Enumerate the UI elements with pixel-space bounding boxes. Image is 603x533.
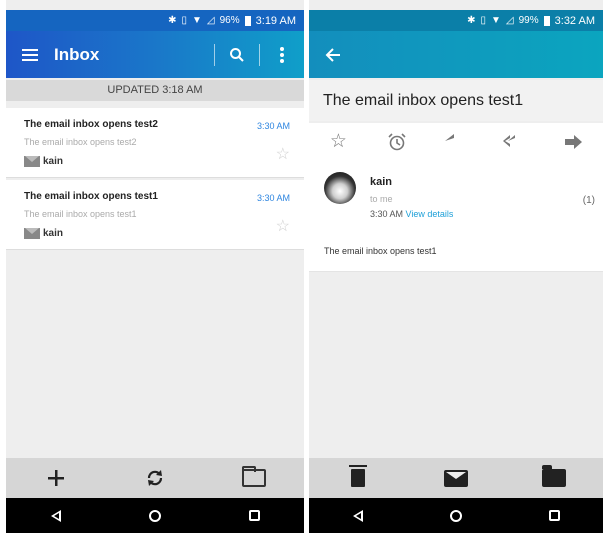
mail-icon [444, 469, 468, 487]
add-icon [47, 470, 64, 486]
email-row[interactable]: The email inbox opens test1 The email in… [6, 180, 304, 250]
label-text: kain [43, 228, 64, 239]
refresh-button[interactable] [135, 458, 175, 498]
folders-button[interactable] [234, 458, 274, 498]
sender-name: kain [370, 176, 393, 188]
system-nav-bar [6, 498, 304, 533]
system-nav-bar [309, 498, 603, 533]
label-text: kain [43, 156, 64, 167]
compose-button[interactable] [36, 458, 76, 498]
email-row[interactable]: The email inbox opens test2 The email in… [6, 108, 304, 178]
more-vert-icon [280, 46, 284, 63]
status-time: 3:32 AM [554, 14, 595, 27]
back-icon [50, 509, 61, 522]
delete-button[interactable] [338, 458, 378, 498]
message-time: 3:30 AM View details [370, 209, 453, 219]
folder-icon [542, 465, 566, 487]
battery-percent: 99% [518, 15, 539, 26]
reply-all-button[interactable] [497, 124, 533, 160]
arrow-back-icon [325, 47, 340, 62]
email-time: 3:30 AM [256, 193, 290, 203]
battery-icon [543, 15, 550, 26]
bottom-action-bar [6, 458, 304, 498]
wifi-icon: ▼ [192, 15, 202, 26]
back-icon [353, 509, 363, 522]
bluetooth-icon: ✱ [467, 15, 476, 26]
recipient-text: to me [370, 194, 393, 204]
back-button[interactable] [309, 31, 357, 78]
inbox-screen: ✱ ▯ ▼ ◿ 96% 3:19 AM Inbox UPDATED 3:18 A… [6, 0, 304, 533]
nav-recents-button[interactable] [534, 498, 574, 533]
vibrate-icon: ▯ [480, 15, 487, 26]
overflow-menu-button[interactable] [260, 31, 304, 78]
signal-icon: ◿ [206, 15, 215, 26]
time-text: 3:30 AM [370, 209, 404, 219]
reply-all-icon [502, 134, 515, 147]
sync-icon [147, 470, 163, 486]
nav-recents-button[interactable] [234, 498, 274, 533]
signal-icon: ◿ [505, 15, 514, 26]
bluetooth-icon: ✱ [168, 15, 177, 26]
view-details-link[interactable]: View details [406, 209, 454, 219]
app-bar: Inbox [6, 31, 304, 78]
email-label: kain [24, 156, 63, 167]
message-body: The email inbox opens test1 [324, 246, 437, 256]
status-bar: ✱ ▯ ▼ ◿ 99% 3:32 AM [309, 10, 603, 31]
vibrate-icon: ▯ [181, 15, 188, 26]
search-button[interactable] [215, 31, 259, 78]
folder-icon [242, 466, 267, 487]
recents-icon [248, 510, 260, 521]
email-snippet: The email inbox opens test1 [24, 209, 137, 219]
email-subject: The email inbox opens test2 [24, 119, 158, 130]
app-bar [309, 31, 603, 78]
forward-icon [564, 134, 582, 149]
battery-icon [244, 15, 251, 26]
envelope-icon [24, 228, 40, 239]
battery-percent: 96% [219, 15, 240, 26]
forward-button[interactable] [556, 124, 592, 160]
delete-icon [349, 465, 367, 487]
avatar[interactable] [324, 172, 356, 204]
nav-home-button[interactable] [436, 498, 476, 533]
message-card: kain to me 3:30 AM View details (1) The … [309, 160, 603, 272]
bottom-action-bar [309, 458, 603, 498]
wifi-icon: ▼ [491, 15, 501, 26]
email-list: The email inbox opens test2 The email in… [6, 108, 304, 252]
sync-status: UPDATED 3:18 AM [6, 80, 304, 101]
snooze-button[interactable] [379, 124, 415, 160]
envelope-icon [24, 156, 40, 167]
email-time: 3:30 AM [256, 121, 290, 131]
search-icon [230, 47, 244, 62]
star-icon[interactable]: ☆ [276, 144, 290, 164]
nav-back-button[interactable] [338, 498, 378, 533]
star-button[interactable]: ☆ [320, 124, 356, 160]
nav-home-button[interactable] [135, 498, 175, 533]
status-bar: ✱ ▯ ▼ ◿ 96% 3:19 AM [6, 10, 304, 31]
mark-unread-button[interactable] [436, 458, 476, 498]
star-icon: ☆ [329, 131, 347, 152]
email-label: kain [24, 228, 63, 239]
reply-button[interactable] [438, 124, 474, 160]
message-subject: The email inbox opens test1 [309, 80, 603, 121]
home-icon [450, 509, 462, 522]
star-icon[interactable]: ☆ [276, 216, 290, 236]
message-toolbar: ☆ [309, 123, 603, 160]
menu-button[interactable] [6, 31, 54, 78]
alarm-icon [388, 132, 406, 150]
nav-back-button[interactable] [36, 498, 76, 533]
email-subject: The email inbox opens test1 [24, 191, 158, 202]
message-screen: ✱ ▯ ▼ ◿ 99% 3:32 AM The email inbox open… [309, 0, 603, 533]
home-icon [148, 509, 161, 522]
reply-icon [444, 133, 454, 141]
message-count: (1) [582, 195, 595, 206]
status-time: 3:19 AM [255, 14, 296, 27]
email-snippet: The email inbox opens test2 [24, 137, 137, 147]
recents-icon [548, 510, 560, 521]
move-button[interactable] [534, 458, 574, 498]
page-title: Inbox [54, 44, 100, 64]
